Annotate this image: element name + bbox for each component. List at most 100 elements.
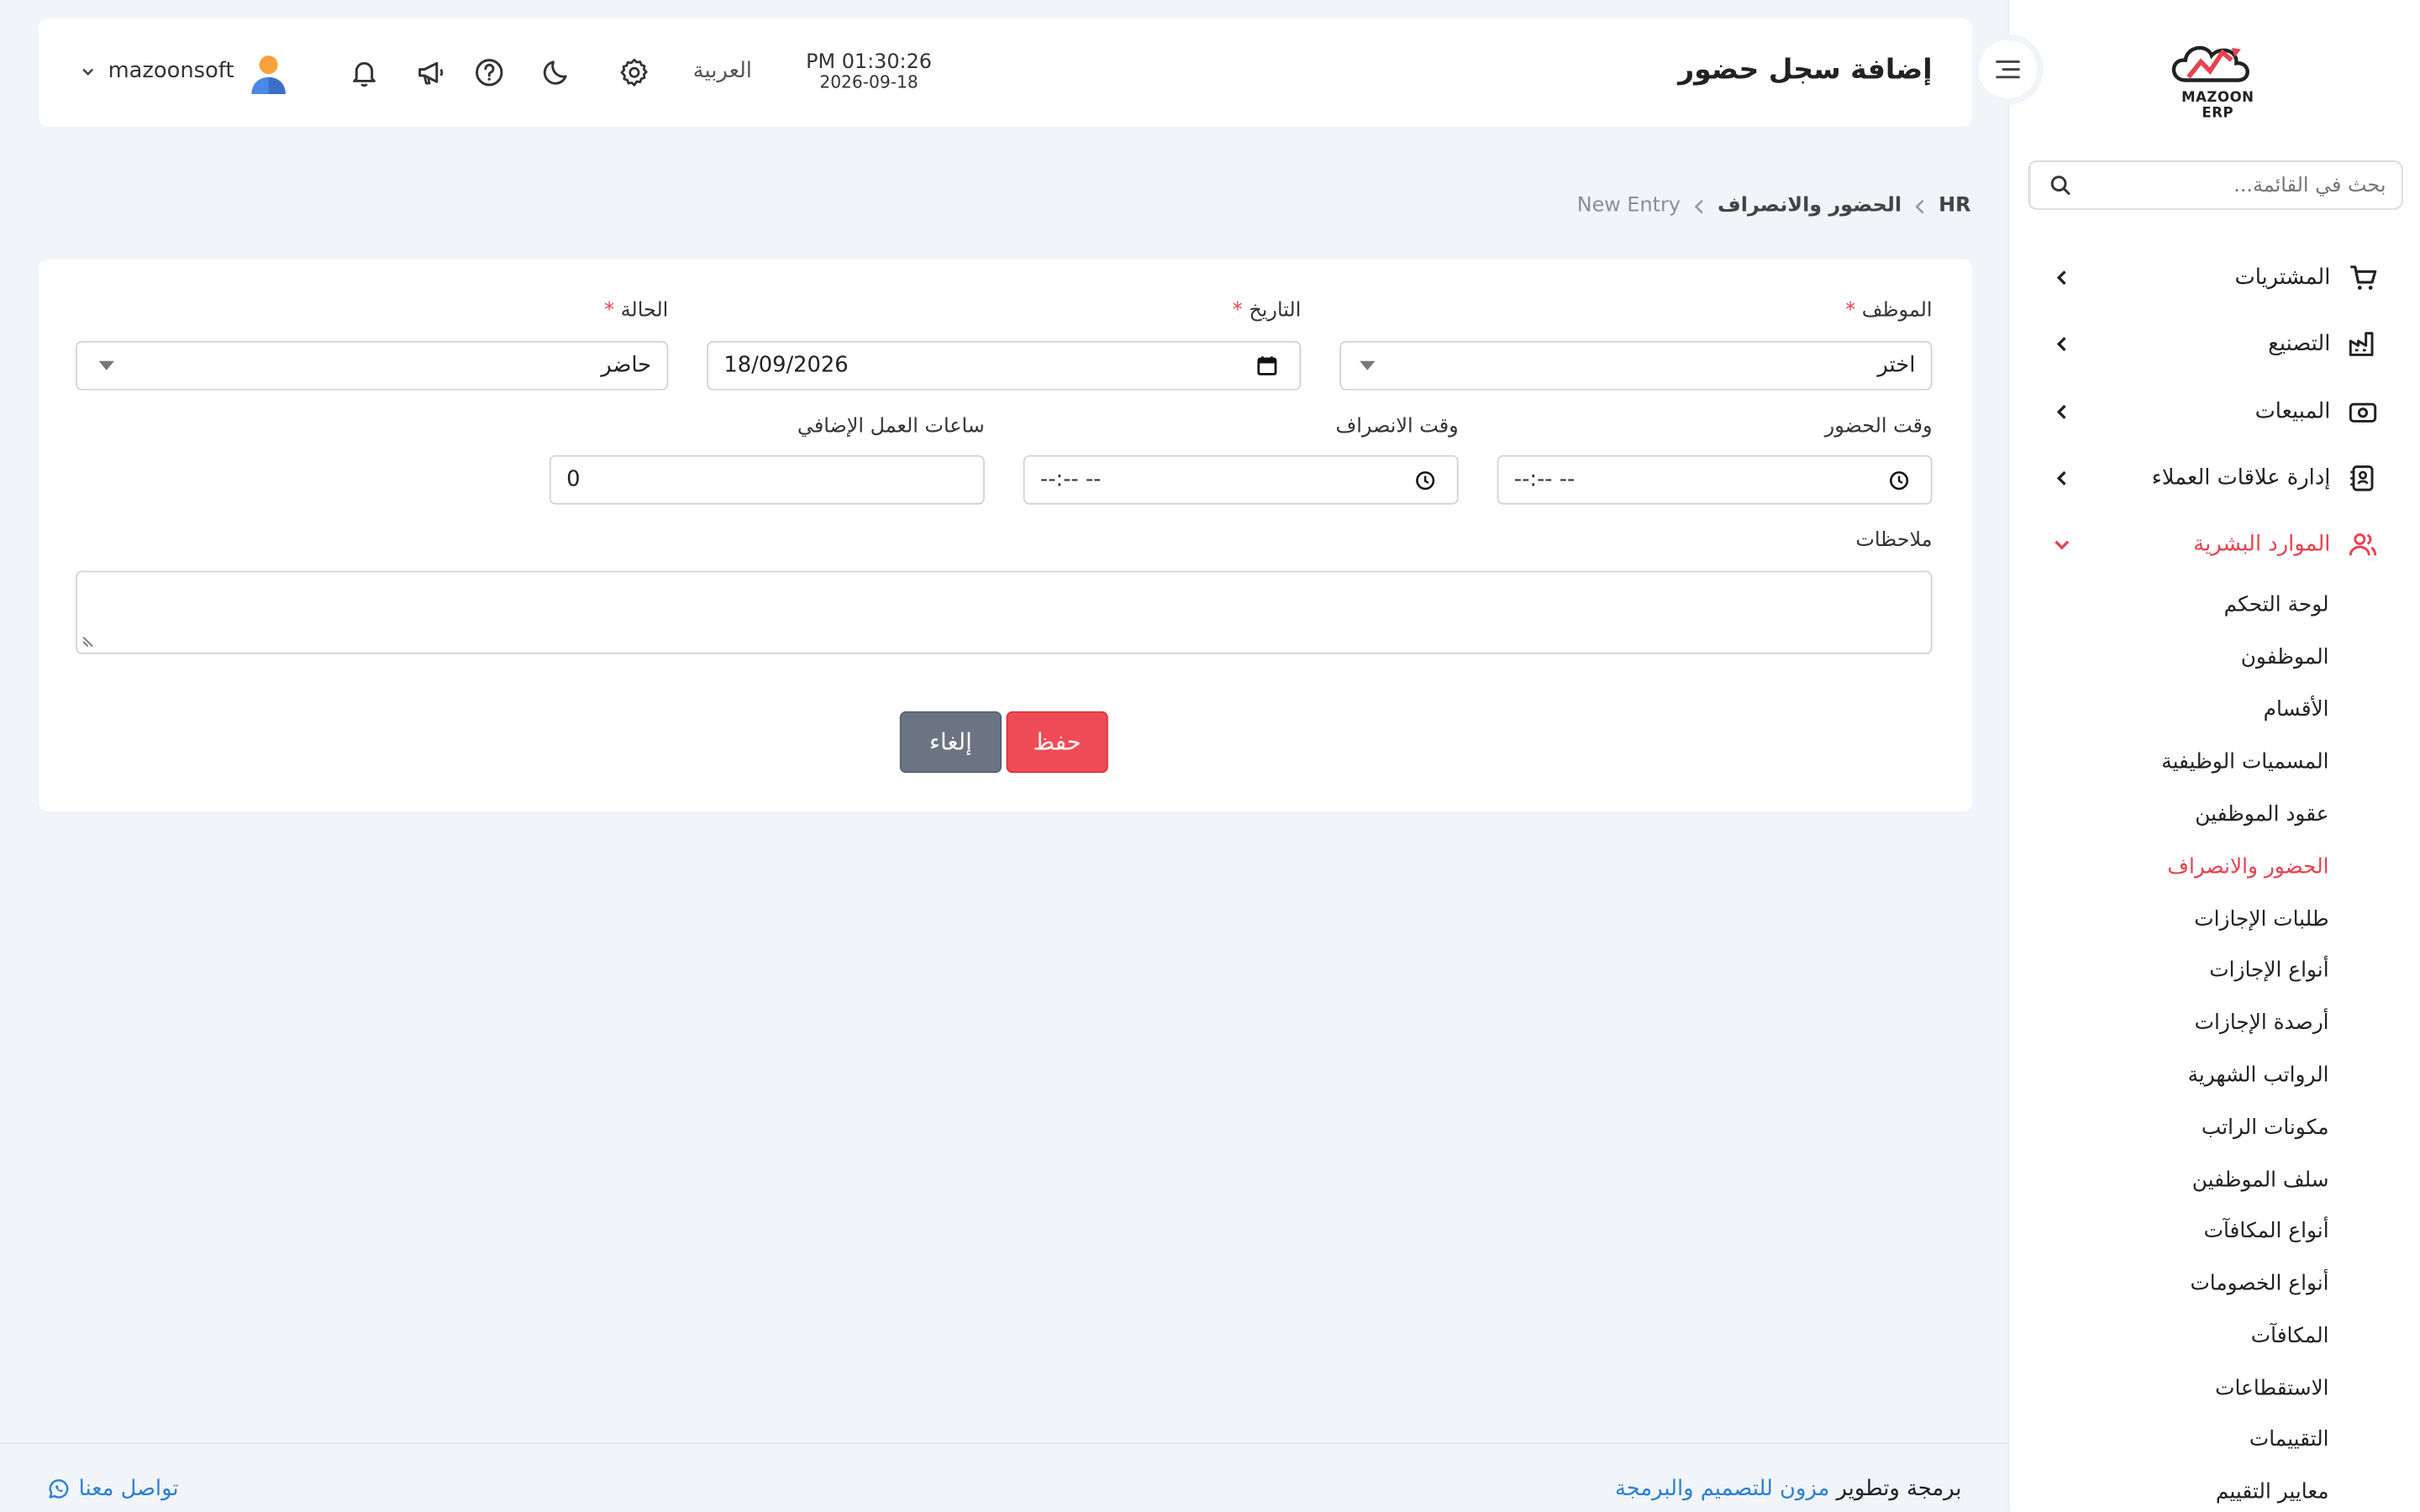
bell-icon: [353, 61, 376, 87]
language-switcher[interactable]: العربية: [693, 59, 752, 83]
breadcrumb: HR الحضور والانصراف New Entry: [1512, 194, 1971, 218]
breadcrumb-current: New Entry: [1576, 194, 1681, 218]
check-out-input[interactable]: --:-- --: [1023, 454, 1459, 505]
chevron-left-icon: [2049, 466, 2074, 491]
overtime-value: 0: [566, 467, 581, 492]
contact-link[interactable]: تواصل معنا: [48, 1477, 179, 1501]
credit-prefix: برمجة وتطوير: [1836, 1476, 1962, 1502]
submenu-employee-contracts[interactable]: عقود الموظفين: [2195, 802, 2328, 827]
menu-search[interactable]: [2028, 160, 2403, 210]
submenu-employee-advances[interactable]: سلف الموظفين: [2192, 1168, 2329, 1192]
cancel-button[interactable]: إلغاء: [899, 711, 1002, 774]
app-logo[interactable]: MAZOON ERP: [2164, 37, 2272, 122]
submenu-bonus-types[interactable]: أنواع المكافآت: [2204, 1219, 2329, 1243]
chevron-left-icon: [1914, 198, 1927, 213]
submenu-evaluations[interactable]: التقييمات: [2249, 1427, 2329, 1452]
check-in-input[interactable]: --:-- --: [1497, 454, 1933, 505]
submenu-leave-types[interactable]: أنواع الإجازات: [2209, 958, 2328, 983]
megaphone-icon: [418, 61, 444, 85]
menu-search-input[interactable]: [2088, 161, 2402, 208]
clock-icon[interactable]: [1415, 470, 1435, 490]
clock-icon[interactable]: [1889, 470, 1909, 490]
breadcrumb-root[interactable]: HR: [1939, 194, 1970, 218]
sidebar-item-label: التصنيع: [2268, 331, 2331, 357]
sidebar: MAZOON ERP المشتريات: [2007, 0, 2420, 1512]
user-avatar-icon: [251, 55, 286, 95]
chevron-left-icon: [2049, 332, 2074, 356]
attendance-form: الموظف * التاريخ * الحالة * اختر 18/09/2…: [38, 259, 1973, 812]
submenu-departments[interactable]: الأقسام: [2264, 697, 2329, 722]
footer: برمجة وتطوير مزون للتصميم والبرمجة تواصل…: [0, 1442, 2008, 1512]
sidebar-item-label: المشتريات: [2234, 265, 2331, 291]
resize-grip-icon[interactable]: [82, 636, 94, 648]
chevron-down-icon: [82, 68, 94, 76]
employee-select-value: اختر: [1877, 353, 1916, 378]
contact-label: تواصل معنا: [78, 1476, 179, 1502]
chevron-left-icon: [2049, 400, 2074, 424]
check-in-label: وقت الحضور: [1824, 415, 1933, 438]
chevron-left-icon: [2049, 265, 2074, 290]
announcements-button[interactable]: [413, 55, 447, 89]
date-input[interactable]: 18/09/2026: [707, 340, 1302, 391]
chevron-left-icon: [1693, 198, 1706, 213]
sidebar-item-label: المبيعات: [2254, 399, 2331, 425]
username[interactable]: mazoonsoft: [108, 59, 234, 83]
sidebar-item-hr[interactable]: الموارد البشرية: [2049, 518, 2380, 570]
sidebar-item-manufacturing[interactable]: التصنيع: [2049, 318, 2380, 370]
header-clock: PM 01:30:26 2026-09-18: [798, 52, 940, 92]
submenu-bonuses[interactable]: المكافآت: [2251, 1324, 2329, 1348]
credit-link[interactable]: مزون للتصميم والبرمجة: [1615, 1477, 1829, 1501]
status-label: الحالة *: [604, 299, 669, 323]
settings-button[interactable]: [618, 55, 651, 89]
sidebar-item-sales[interactable]: المبيعات: [2049, 386, 2380, 438]
help-circle-icon: [476, 59, 503, 87]
sidebar-item-purchases[interactable]: المشتريات: [2049, 251, 2380, 303]
submenu-deduction-types[interactable]: أنواع الخصومات: [2190, 1271, 2328, 1295]
calendar-icon[interactable]: [1256, 354, 1278, 376]
chevron-down-icon: [2049, 533, 2074, 557]
sidebar-toggle-button[interactable]: [1972, 34, 2044, 105]
footer-credit: برمجة وتطوير مزون للتصميم والبرمجة: [1615, 1477, 1961, 1501]
submenu-leave-requests[interactable]: طلبات الإجازات: [2194, 907, 2328, 932]
date-input-value: 18/09/2026: [723, 353, 849, 378]
check-out-label: وقت الانصراف: [1335, 415, 1459, 438]
moon-icon: [543, 60, 567, 85]
dark-mode-toggle[interactable]: [540, 55, 574, 89]
contacts-book-icon: [2346, 461, 2380, 495]
save-button[interactable]: حفظ: [1006, 711, 1108, 774]
caret-down-icon: [1360, 360, 1376, 370]
breadcrumb-section[interactable]: الحضور والانصراف: [1718, 194, 1902, 218]
user-menu-chevron[interactable]: [81, 66, 96, 79]
overtime-input[interactable]: 0: [549, 454, 985, 505]
submenu-monthly-payroll[interactable]: الرواتب الشهرية: [2188, 1063, 2329, 1087]
status-select[interactable]: حاضر: [75, 340, 669, 391]
top-header: إضافة سجل حضور PM 01:30:26 2026-09-18 ال…: [38, 18, 1973, 127]
submenu-employees[interactable]: الموظفون: [2241, 645, 2329, 669]
page-title: إضافة سجل حضور: [1678, 54, 1933, 87]
submenu-evaluation-criteria[interactable]: معايير التقييم: [2216, 1479, 2329, 1504]
notes-textarea[interactable]: [75, 570, 1933, 654]
check-in-value: --:-- --: [1513, 467, 1576, 492]
submenu-leave-balances[interactable]: أرصدة الإجازات: [2195, 1011, 2329, 1035]
employee-select[interactable]: اختر: [1339, 340, 1933, 391]
submenu-attendance[interactable]: الحضور والانصراف: [2167, 855, 2328, 879]
help-button[interactable]: [472, 55, 506, 89]
date-label: التاريخ *: [1232, 299, 1302, 323]
sidebar-item-crm[interactable]: إدارة علاقات العملاء: [2049, 452, 2380, 504]
cash-icon: [2346, 395, 2380, 428]
avatar[interactable]: [249, 52, 289, 95]
submenu-job-titles[interactable]: المسميات الوظيفية: [2161, 750, 2328, 774]
submenu-dashboard[interactable]: لوحة التحكم: [2224, 592, 2329, 617]
notes-label: ملاحظات: [1855, 528, 1933, 553]
submenu-salary-components[interactable]: مكونات الراتب: [2202, 1116, 2329, 1140]
submenu-deductions[interactable]: الاستقطاعات: [2215, 1376, 2328, 1400]
notifications-button[interactable]: [347, 55, 381, 89]
caret-down-icon: [98, 360, 114, 370]
sidebar-item-label: الموارد البشرية: [2193, 532, 2331, 558]
factory-icon: [2346, 327, 2380, 360]
status-select-value: حاضر: [601, 353, 652, 378]
clock-time: PM 01:30:26: [806, 50, 932, 75]
search-icon: [2049, 176, 2070, 195]
users-icon: [2346, 528, 2380, 561]
search-button[interactable]: [2029, 161, 2088, 208]
